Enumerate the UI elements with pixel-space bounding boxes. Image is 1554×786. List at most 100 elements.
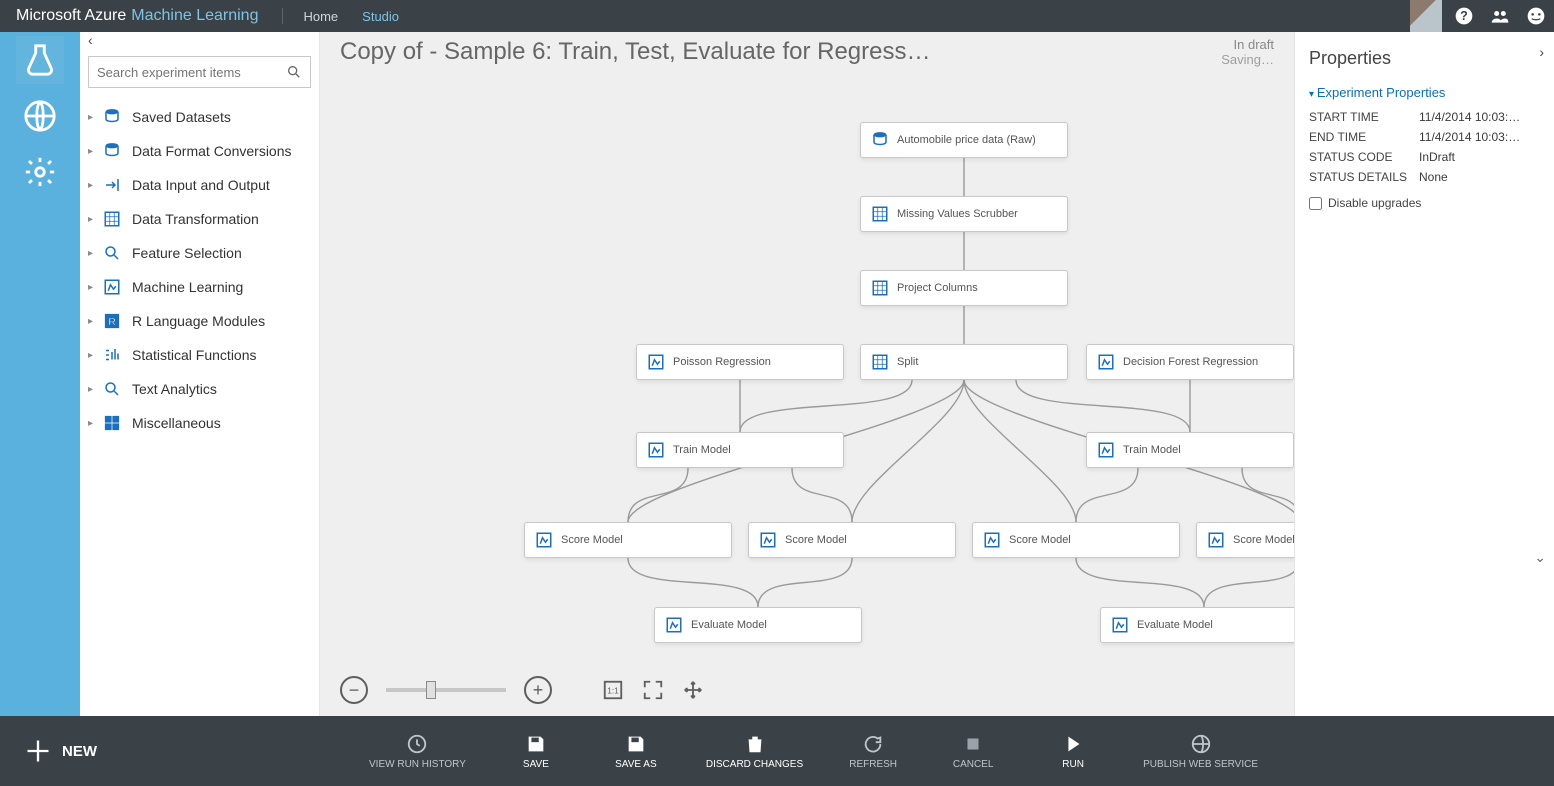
props-title: Properties (1309, 48, 1540, 69)
user-avatar[interactable] (1410, 0, 1442, 32)
graph-node[interactable]: Evaluate Model (1100, 607, 1294, 643)
node-label: Score Model (785, 534, 847, 546)
experiment-graph[interactable]: Automobile price data (Raw) Missing Value… (320, 72, 1294, 664)
prop-val: InDraft (1419, 150, 1540, 164)
canvas-controls: − + 1:1 (320, 664, 1294, 716)
graph-node[interactable]: Score Model (1196, 522, 1294, 558)
chevron-right-icon: ▸ (88, 418, 96, 429)
palette-item[interactable]: ▸ Data Transformation (80, 202, 319, 236)
palette-item[interactable]: ▸Statistical Functions (80, 338, 319, 372)
palette-label: Saved Datasets (132, 109, 231, 125)
discard-button[interactable]: DISCARD CHANGES (706, 733, 803, 770)
palette-item[interactable]: ▸ Machine Learning (80, 270, 319, 304)
props-collapse-icon[interactable]: › (1539, 44, 1544, 60)
graph-node[interactable]: Split (860, 344, 1068, 380)
actual-size-button[interactable]: 1:1 (600, 677, 626, 703)
misc-icon (102, 414, 122, 432)
ml-icon (665, 616, 683, 634)
zoom-slider[interactable] (386, 688, 506, 692)
db-icon (871, 131, 889, 149)
search-input[interactable] (97, 65, 286, 80)
grid-icon (871, 353, 889, 371)
ml-icon (759, 531, 777, 549)
palette-item[interactable]: ▸Saved Datasets (80, 100, 319, 134)
ml-icon (102, 278, 122, 296)
svg-text:?: ? (1460, 9, 1468, 23)
graph-node[interactable]: Train Model (1086, 432, 1294, 468)
help-icon[interactable]: ? (1446, 0, 1482, 32)
rail-experiments-icon[interactable] (16, 36, 64, 84)
db-icon (102, 142, 122, 160)
nav-home[interactable]: Home (291, 9, 350, 24)
palette-item[interactable]: ▸Text Analytics (80, 372, 319, 406)
palette-item[interactable]: ▸ Miscellaneous (80, 406, 319, 440)
ml-icon (1097, 353, 1115, 371)
node-label: Automobile price data (Raw) (897, 134, 1036, 146)
new-button[interactable]: NEW (24, 737, 97, 765)
lens-icon (102, 380, 122, 398)
graph-node[interactable]: Decision Forest Regression (1086, 344, 1294, 380)
fit-screen-button[interactable] (640, 677, 666, 703)
chevron-right-icon: ▸ (88, 316, 96, 327)
graph-node[interactable]: Poisson Regression (636, 344, 844, 380)
zoom-thumb[interactable] (426, 681, 436, 699)
graph-node[interactable]: Train Model (636, 432, 844, 468)
rail-settings-icon[interactable] (16, 148, 64, 196)
view-history-button[interactable]: VIEW RUN HISTORY (369, 733, 466, 770)
graph-node[interactable]: Score Model (972, 522, 1180, 558)
publish-button[interactable]: PUBLISH WEB SERVICE (1143, 733, 1258, 770)
ml-icon (647, 353, 665, 371)
palette-label: R Language Modules (132, 313, 265, 329)
chevron-right-icon: ▸ (88, 214, 96, 225)
feedback-icon[interactable] (1518, 0, 1554, 32)
bottom-bar: NEW VIEW RUN HISTORY SAVE SAVE AS DISCAR… (0, 716, 1554, 786)
palette-label: Miscellaneous (132, 415, 221, 431)
node-label: Decision Forest Regression (1123, 356, 1258, 368)
experiment-title[interactable]: Copy of - Sample 6: Train, Test, Evaluat… (340, 38, 930, 66)
pan-button[interactable] (680, 677, 706, 703)
palette-collapse-icon[interactable]: ‹ (80, 32, 319, 52)
prop-val: 11/4/2014 10:03:… (1419, 110, 1540, 124)
zoom-in-button[interactable]: + (524, 676, 552, 704)
graph-node[interactable]: Project Columns (860, 270, 1068, 306)
save-as-button[interactable]: SAVE AS (606, 733, 666, 770)
canvas-header: Copy of - Sample 6: Train, Test, Evaluat… (320, 32, 1294, 72)
status-saving: Saving… (1221, 52, 1274, 67)
search-box[interactable] (88, 56, 311, 88)
palette-item[interactable]: ▸Data Format Conversions (80, 134, 319, 168)
palette-item[interactable]: ▸Feature Selection (80, 236, 319, 270)
graph-node[interactable]: Missing Values Scrubber (860, 196, 1068, 232)
divider (282, 8, 283, 24)
graph-node[interactable]: Evaluate Model (654, 607, 862, 643)
graph-node[interactable]: Score Model (748, 522, 956, 558)
props-more-icon[interactable]: ⌄ (1534, 549, 1546, 566)
node-label: Train Model (1123, 444, 1181, 456)
palette-list: ▸Saved Datasets▸Data Format Conversions▸… (80, 96, 319, 716)
cancel-button[interactable]: CANCEL (943, 733, 1003, 770)
node-label: Train Model (673, 444, 731, 456)
properties-panel: › Properties Experiment Properties START… (1294, 32, 1554, 716)
save-button[interactable]: SAVE (506, 733, 566, 770)
disable-upgrades-label: Disable upgrades (1328, 196, 1421, 210)
refresh-button[interactable]: REFRESH (843, 733, 903, 770)
palette-label: Data Transformation (132, 211, 259, 227)
chevron-right-icon: ▸ (88, 180, 96, 191)
prop-val: None (1419, 170, 1540, 184)
zoom-out-button[interactable]: − (340, 676, 368, 704)
chevron-right-icon: ▸ (88, 282, 96, 293)
palette-item[interactable]: ▸ R Language Modules (80, 304, 319, 338)
run-button[interactable]: RUN (1043, 733, 1103, 770)
rail-web-icon[interactable] (16, 92, 64, 140)
props-section-title[interactable]: Experiment Properties (1309, 85, 1540, 100)
disable-upgrades-check[interactable]: Disable upgrades (1309, 196, 1540, 210)
disable-upgrades-input[interactable] (1309, 197, 1322, 210)
graph-node[interactable]: Score Model (524, 522, 732, 558)
palette-item[interactable]: ▸Data Input and Output (80, 168, 319, 202)
experiment-status: In draft Saving… (1221, 37, 1274, 67)
palette-label: Machine Learning (132, 279, 243, 295)
nav-studio[interactable]: Studio (350, 9, 411, 24)
graph-node[interactable]: Automobile price data (Raw) (860, 122, 1068, 158)
grid-icon (102, 210, 122, 228)
node-label: Poisson Regression (673, 356, 771, 368)
team-icon[interactable] (1482, 0, 1518, 32)
